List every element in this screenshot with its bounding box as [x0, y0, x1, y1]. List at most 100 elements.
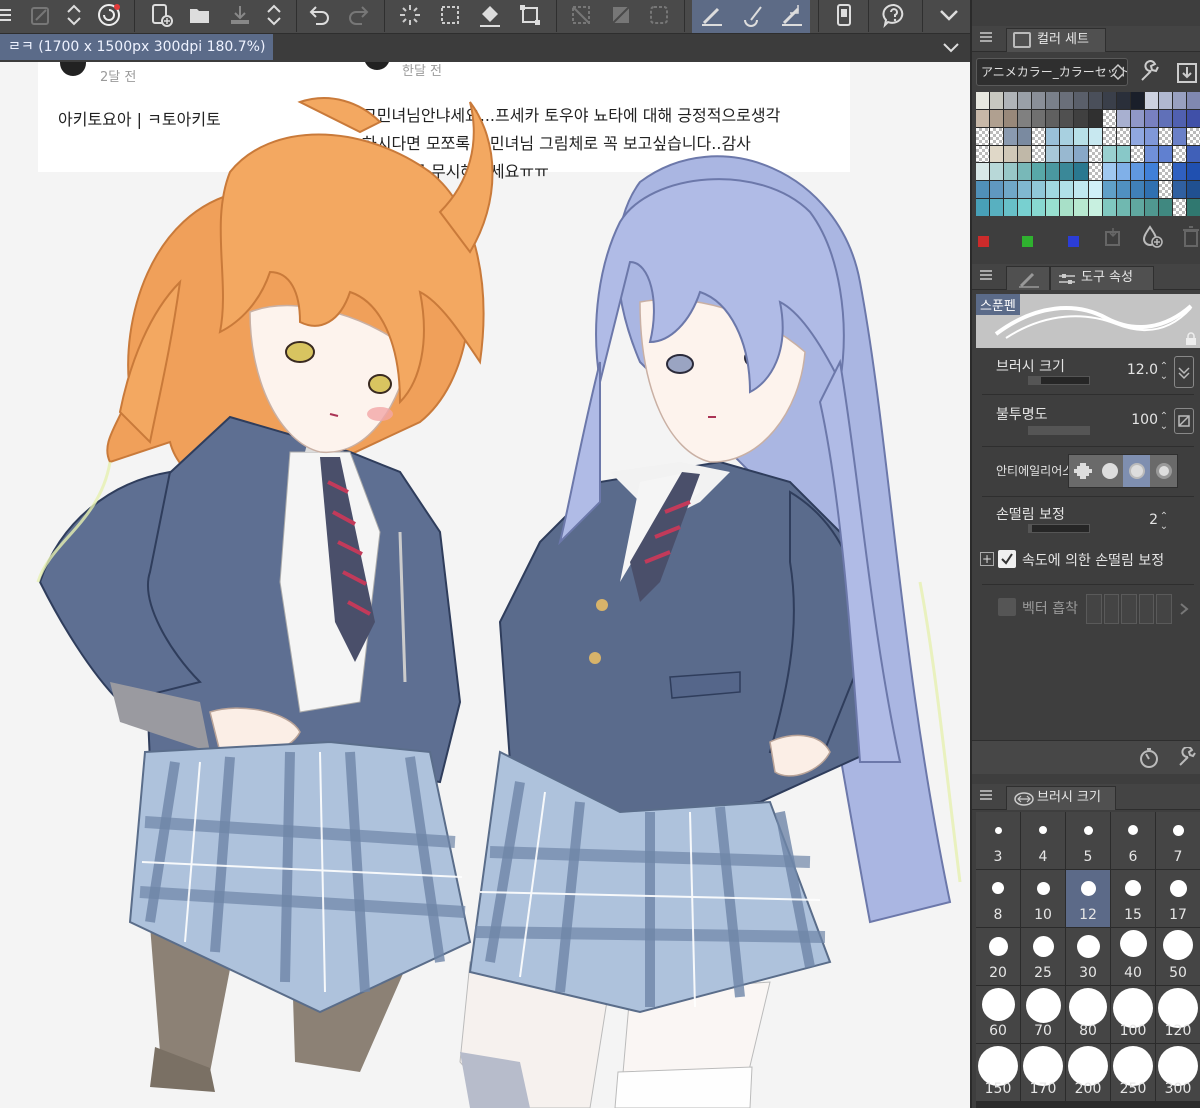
brush-size-option[interactable]: 200 [1066, 1044, 1110, 1101]
brush-size-option[interactable]: 4 [1021, 812, 1065, 869]
color-swatch[interactable] [1004, 92, 1018, 109]
color-swatch[interactable] [1074, 127, 1088, 145]
vector-snap-option[interactable] [1103, 594, 1120, 624]
red-color-chip[interactable] [978, 236, 989, 247]
color-swatch[interactable] [1046, 92, 1060, 109]
color-swatch[interactable] [1186, 181, 1200, 199]
chevron-updown-icon[interactable] [62, 0, 86, 30]
expand-selection-icon[interactable] [644, 0, 674, 30]
new-file-icon[interactable] [146, 0, 176, 30]
smartphone-icon[interactable] [828, 0, 860, 30]
color-swatch[interactable] [1060, 145, 1074, 163]
color-swatch[interactable] [1088, 199, 1102, 216]
color-swatch[interactable] [1102, 163, 1116, 181]
tab-color-set[interactable]: 컬러 세트 [1006, 28, 1106, 52]
empty-color-swatch[interactable] [1158, 163, 1172, 181]
empty-color-swatch[interactable] [976, 127, 990, 145]
color-swatch[interactable] [1004, 127, 1018, 145]
transform-icon[interactable] [514, 0, 546, 30]
color-swatch[interactable] [1046, 109, 1060, 127]
brush-size-pressure-button[interactable] [1174, 356, 1194, 388]
green-color-chip[interactable] [1022, 236, 1033, 247]
color-swatch[interactable] [1004, 199, 1018, 216]
open-folder-icon[interactable] [184, 0, 216, 30]
color-swatch[interactable] [1172, 127, 1186, 145]
color-swatch[interactable] [1060, 127, 1074, 145]
stabilization-slider[interactable] [1028, 524, 1090, 533]
stabilization-value[interactable]: 2 [1110, 512, 1158, 528]
color-swatch[interactable] [1046, 163, 1060, 181]
color-swatch[interactable] [1032, 92, 1046, 109]
document-tab[interactable]: ㄹㅋ (1700 x 1500px 300dpi 180.7%) [0, 34, 274, 60]
color-swatch[interactable] [1004, 145, 1018, 163]
color-swatch[interactable] [1060, 109, 1074, 127]
color-swatch[interactable] [1130, 199, 1144, 216]
trash-icon[interactable] [1180, 224, 1200, 248]
color-swatch[interactable] [1116, 181, 1130, 199]
color-swatch[interactable] [1018, 145, 1032, 163]
color-swatch[interactable] [1116, 109, 1130, 127]
tab-brush-size[interactable]: 브러시 크기 [1006, 786, 1116, 810]
color-swatch[interactable] [1116, 199, 1130, 216]
empty-color-swatch[interactable] [990, 127, 1004, 145]
antialias-weak-option[interactable] [1096, 455, 1123, 487]
brush-size-value[interactable]: 12.0 [1110, 362, 1158, 378]
eraser-draw-icon[interactable] [736, 0, 768, 30]
empty-color-swatch[interactable] [1102, 127, 1116, 145]
color-swatch[interactable] [1144, 163, 1158, 181]
brush-size-option[interactable]: 40 [1111, 928, 1155, 985]
brush-size-option[interactable]: 100 [1111, 986, 1155, 1043]
empty-color-swatch[interactable] [1032, 145, 1046, 163]
chevron-updown-icon[interactable] [1110, 62, 1126, 82]
eyedropper-settings-icon[interactable] [26, 0, 56, 30]
replace-color-icon[interactable] [1102, 226, 1124, 248]
color-swatch[interactable] [1046, 199, 1060, 216]
chevron-updown-icon[interactable] [262, 0, 286, 30]
color-swatch[interactable] [1074, 163, 1088, 181]
brush-size-option[interactable]: 3 [976, 812, 1020, 869]
color-swatch[interactable] [1102, 92, 1116, 109]
expand-plus-icon[interactable]: + [980, 552, 994, 566]
select-all-icon[interactable] [434, 0, 466, 30]
color-swatch[interactable] [1032, 199, 1046, 216]
toolbar-chevron-down-icon[interactable] [932, 0, 966, 30]
color-swatch[interactable] [1144, 145, 1158, 163]
vector-snap-option[interactable] [1138, 594, 1155, 624]
color-swatch[interactable] [1004, 181, 1018, 199]
color-swatch[interactable] [1102, 199, 1116, 216]
color-swatch[interactable] [1186, 92, 1200, 109]
color-swatch[interactable] [976, 199, 990, 216]
clip-studio-logo-icon[interactable] [94, 0, 124, 30]
vector-snap-option[interactable] [1156, 594, 1172, 624]
brush-size-option[interactable]: 10 [1021, 870, 1065, 927]
opacity-value[interactable]: 100 [1110, 412, 1158, 428]
color-swatch[interactable] [1018, 181, 1032, 199]
tab-tool-property[interactable]: 도구 속성 [1050, 266, 1154, 290]
color-swatch[interactable] [1158, 109, 1172, 127]
brush-size-option[interactable]: 80 [1066, 986, 1110, 1043]
color-swatch[interactable] [1060, 163, 1074, 181]
chevron-right-icon[interactable] [1178, 602, 1190, 616]
color-swatch[interactable] [1130, 163, 1144, 181]
color-swatch[interactable] [1186, 163, 1200, 181]
color-swatch[interactable] [1172, 163, 1186, 181]
brush-size-option[interactable]: 250 [1111, 1044, 1155, 1101]
brush-size-option[interactable]: 150 [976, 1044, 1020, 1101]
color-swatch[interactable] [1144, 92, 1158, 109]
empty-color-swatch[interactable] [1158, 127, 1172, 145]
tab-sub-tool[interactable] [1006, 266, 1050, 290]
color-swatch[interactable] [1144, 109, 1158, 127]
brush-size-option[interactable]: 30 [1066, 928, 1110, 985]
color-swatch[interactable] [1144, 127, 1158, 145]
brush-size-option[interactable]: 15 [1111, 870, 1155, 927]
document-tab-chevron-down-icon[interactable] [942, 38, 960, 56]
color-swatch[interactable] [1060, 199, 1074, 216]
color-swatch[interactable] [1046, 145, 1060, 163]
antialias-strong-option[interactable] [1150, 455, 1177, 487]
color-swatch[interactable] [1144, 199, 1158, 216]
color-swatch[interactable] [1088, 109, 1102, 127]
opacity-spinner[interactable]: ⌃ ⌄ [1158, 412, 1170, 434]
color-swatch[interactable] [976, 109, 990, 127]
pen-draw-icon[interactable] [696, 0, 728, 30]
color-swatch[interactable] [1046, 181, 1060, 199]
